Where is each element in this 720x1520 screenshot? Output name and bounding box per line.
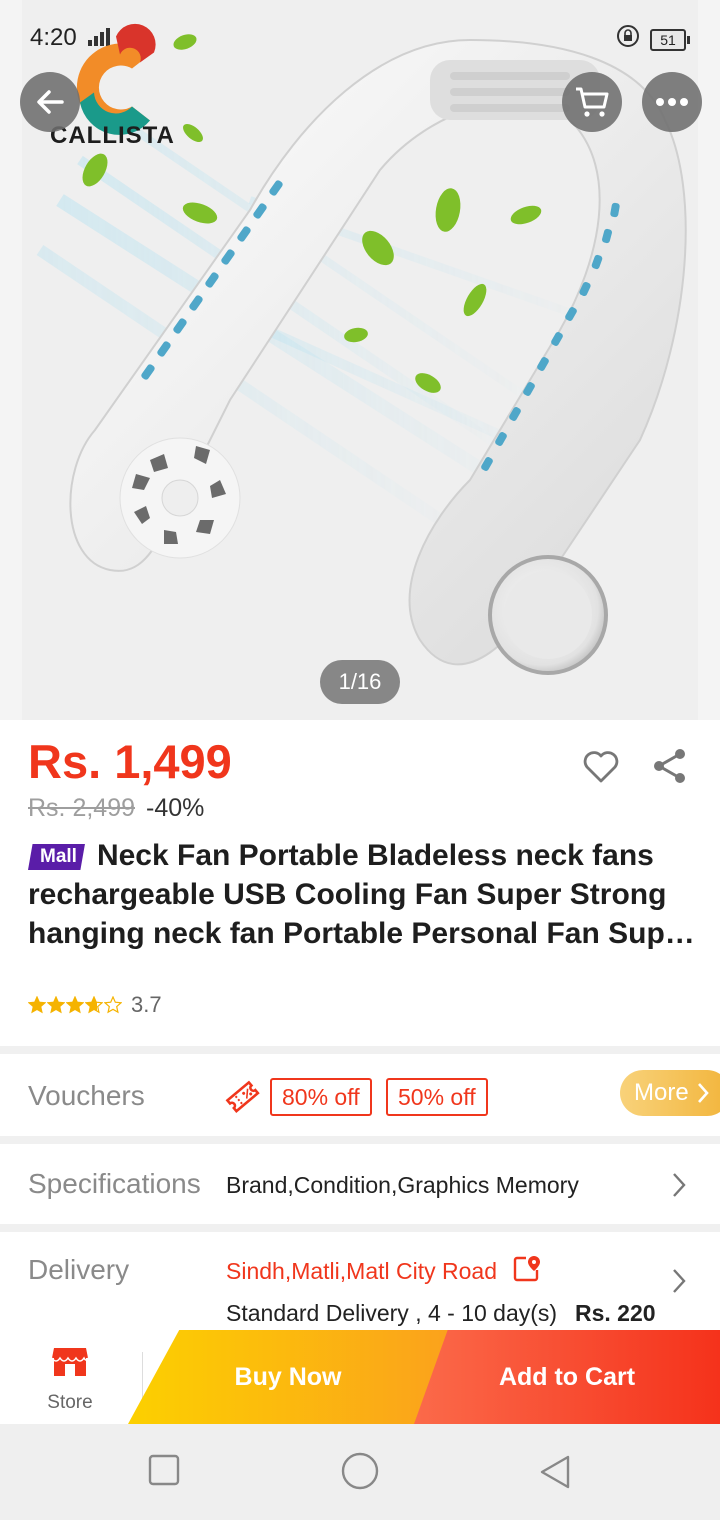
share-button[interactable] — [650, 746, 690, 791]
action-bar: Store Buy Now Add to Cart — [0, 1330, 720, 1424]
mall-badge: Mall — [28, 844, 85, 870]
product-title: Mall Neck Fan Portable Bladeless neck fan… — [28, 836, 698, 953]
location-edit-icon[interactable] — [512, 1254, 542, 1284]
cart-button[interactable] — [562, 72, 622, 132]
back-arrow-icon — [37, 90, 64, 114]
product-info-panel: Rs. 1,499 Rs. 2,499 -40% Mall Neck Fan Po… — [0, 720, 720, 1046]
wishlist-button[interactable] — [582, 748, 620, 789]
product-title-line-2: rechargeable USB Cooling Fan Super Stron… — [28, 878, 667, 911]
voucher-tag-80[interactable]: 80% off — [270, 1078, 372, 1116]
more-options-button[interactable] — [642, 72, 702, 132]
star-icon — [85, 996, 103, 1014]
nav-square-icon[interactable] — [148, 1454, 180, 1486]
store-icon — [51, 1348, 89, 1376]
heart-icon — [583, 751, 619, 783]
system-nav-bar — [0, 1424, 720, 1520]
buy-now-button[interactable]: Buy Now — [128, 1330, 448, 1424]
chevron-right-icon — [673, 1269, 686, 1293]
share-icon — [654, 749, 685, 783]
chevron-right-icon — [696, 1070, 710, 1132]
action-divider — [142, 1352, 143, 1402]
delivery-address[interactable]: Sindh,Matli,Matl City Road — [226, 1258, 497, 1285]
delivery-info: Standard Delivery , 4 - 10 day(s) — [226, 1300, 558, 1326]
voucher-tag-50[interactable]: 50% off — [386, 1078, 488, 1116]
rating-value: 3.7 — [131, 992, 162, 1017]
delivery-row[interactable]: Delivery Sindh,Matli,Matl City Road Stan… — [0, 1232, 720, 1330]
nav-triangle-icon[interactable] — [538, 1454, 572, 1490]
store-label: Store — [47, 1392, 93, 1413]
battery-indicator: 51 — [650, 29, 690, 51]
delivery-fee: Rs. 220 — [575, 1300, 656, 1326]
star-icon — [104, 996, 122, 1014]
chevron-right-icon — [673, 1173, 686, 1197]
product-image-gallery[interactable]: 4:20 51 CALLISTA 1/16 — [0, 0, 720, 720]
cart-icon — [576, 87, 609, 117]
star-icon — [28, 996, 46, 1014]
buy-now-label: Buy Now — [234, 1363, 342, 1391]
rating-stars — [28, 996, 123, 1014]
vouchers-more-label: More — [634, 1079, 689, 1106]
rotation-lock-icon — [617, 25, 639, 47]
more-dots-icon — [656, 98, 688, 106]
product-title-line-1: Neck Fan Portable Bladeless neck fans — [96, 839, 654, 872]
vouchers-label: Vouchers — [28, 1080, 145, 1111]
image-pager: 1/16 — [320, 660, 400, 704]
voucher-ticket-icon — [225, 1080, 260, 1113]
store-button[interactable]: Store — [0, 1330, 140, 1424]
specifications-row[interactable]: Specifications Brand,Condition,Graphics … — [0, 1144, 720, 1224]
nav-circle-icon[interactable] — [341, 1452, 379, 1490]
star-icon — [47, 996, 65, 1014]
product-title-line-3: hanging neck fan Portable Personal Fan S… — [28, 917, 698, 950]
product-rating[interactable]: 3.7 — [28, 992, 162, 1018]
price: Rs. 1,499 — [28, 735, 232, 788]
add-to-cart-label: Add to Cart — [498, 1363, 636, 1391]
vouchers-more-button[interactable]: More — [620, 1070, 720, 1116]
specifications-value: Brand,Condition,Graphics Memory — [226, 1172, 579, 1198]
brand-logo-text: CALLISTA — [50, 122, 175, 149]
back-button[interactable] — [20, 72, 80, 132]
specifications-label: Specifications — [28, 1168, 201, 1199]
original-price: Rs. 2,499 — [28, 794, 136, 822]
add-to-cart-button[interactable]: Add to Cart — [414, 1330, 720, 1424]
delivery-label: Delivery — [28, 1254, 130, 1285]
discount-percent: -40% — [146, 794, 205, 822]
star-icon — [66, 996, 84, 1014]
vouchers-row[interactable]: Vouchers 80% off 50% off More — [0, 1054, 720, 1136]
